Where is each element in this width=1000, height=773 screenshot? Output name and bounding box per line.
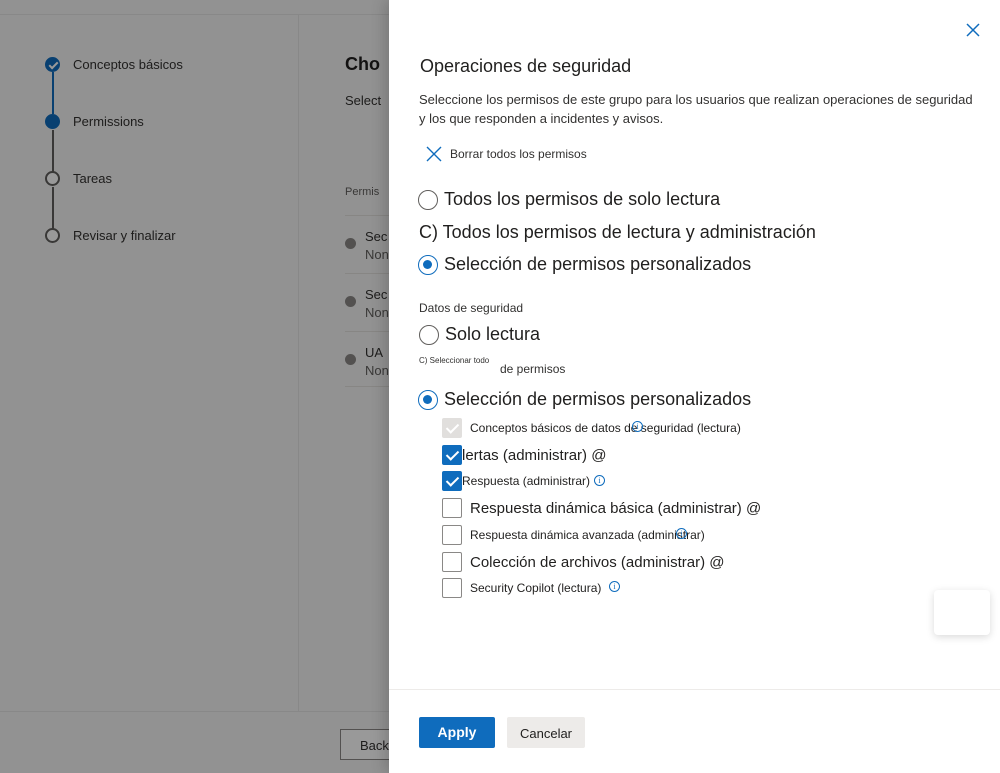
radio-custom-permissions[interactable]: Selección de permisos personalizados (418, 254, 751, 275)
permission-security-copilot[interactable]: Security Copilot (lectura) (442, 578, 601, 598)
checkbox-checked (442, 445, 462, 465)
select-all-option[interactable]: C) Seleccionar todo (419, 356, 489, 365)
radio-all-read-only[interactable]: Todos los permisos de solo lectura (418, 189, 720, 210)
checkbox-unchecked (442, 498, 462, 518)
info-icon[interactable]: i (594, 475, 605, 486)
permission-label: Colección de archivos (administrar) @ (470, 553, 725, 571)
radio-circle-selected (418, 254, 438, 275)
checkbox-disabled (442, 418, 462, 438)
apply-button[interactable]: Apply (419, 717, 495, 748)
checkbox-checked (442, 471, 462, 491)
panel-description: Seleccione los permisos de este grupo pa… (419, 92, 973, 126)
section-label: Datos de seguridad (419, 301, 524, 315)
panel-title: Operaciones de seguridad (420, 56, 632, 76)
radio-security-read-only[interactable]: Solo lectura (419, 324, 540, 345)
permission-label: Respuesta (administrar) (462, 474, 591, 488)
permission-label: Alertas (administrar) @ (452, 446, 607, 464)
radio-label: Todos los permisos de solo lectura (444, 189, 721, 209)
permission-security-data-basics[interactable]: Conceptos básicos de datos de seguridad … (442, 418, 741, 438)
permission-advanced-live-response[interactable]: Respuesta dinámica avanzada (administrar… (442, 525, 705, 545)
clear-icon (426, 146, 442, 162)
checkbox-unchecked (442, 578, 462, 598)
cancel-button[interactable]: Cancelar (507, 717, 585, 748)
floating-help-card[interactable] (934, 590, 990, 635)
permission-basic-live-response[interactable]: Respuesta dinámica básica (administrar) … (442, 498, 761, 518)
permission-label: Respuesta dinámica básica (administrar) … (470, 499, 762, 517)
permissions-panel: Operaciones de seguridad Seleccione los … (389, 0, 1000, 773)
radio-circle-selected (418, 389, 438, 410)
checkbox-unchecked (442, 552, 462, 572)
radio-label: Selección de permisos personalizados (444, 254, 752, 274)
close-button[interactable] (965, 22, 981, 38)
info-icon[interactable]: i (632, 421, 643, 432)
permission-label: Conceptos básicos de datos de seguridad … (470, 421, 741, 435)
permission-label: Respuesta dinámica avanzada (administrar… (470, 528, 705, 542)
permission-alerts[interactable]: Alertas (administrar) @ (442, 445, 606, 465)
option-all-read-manage[interactable]: C) Todos los permisos de lectura y admin… (419, 222, 816, 243)
radio-circle (418, 189, 438, 210)
radio-security-custom[interactable]: Selección de permisos personalizados (418, 389, 751, 410)
permission-label: Security Copilot (lectura) (470, 581, 602, 595)
radio-circle (419, 324, 439, 345)
clear-all-permissions-button[interactable]: Borrar todos los permisos (426, 146, 587, 162)
radio-label: Selección de permisos personalizados (444, 389, 752, 409)
permission-file-collection[interactable]: Colección de archivos (administrar) @ (442, 552, 724, 572)
info-icon[interactable]: i (609, 581, 620, 592)
select-all-suffix: de permisos (500, 362, 566, 376)
checkbox-unchecked (442, 525, 462, 545)
close-icon (966, 23, 980, 37)
radio-label: Solo lectura (445, 324, 541, 344)
permission-response[interactable]: Respuesta (administrar) (442, 471, 590, 491)
info-icon[interactable]: i (676, 528, 687, 539)
clear-all-label: Borrar todos los permisos (450, 147, 587, 161)
panel-footer-divider (389, 689, 1000, 690)
